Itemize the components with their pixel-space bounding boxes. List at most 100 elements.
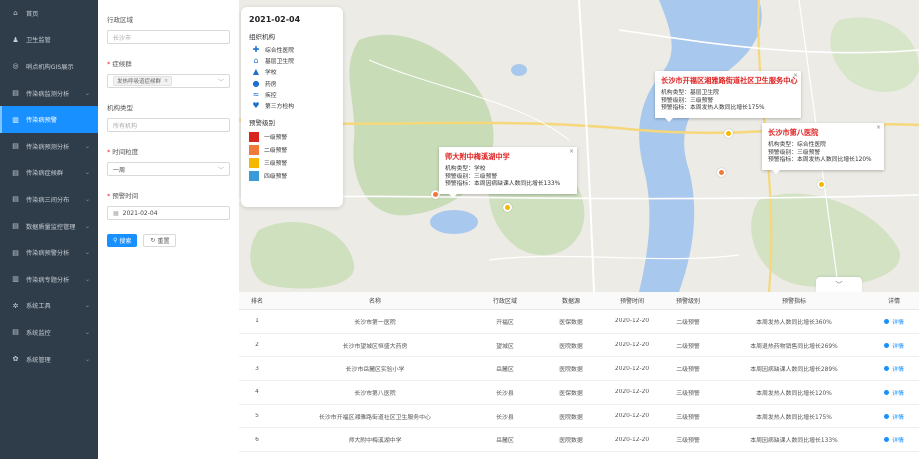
table-cell: 长沙县: [496, 414, 514, 421]
region-select[interactable]: 长沙市: [107, 30, 230, 44]
warn-time-value: 2021-02-04: [122, 209, 158, 217]
level-color-swatch: [249, 157, 259, 168]
chevron-down-icon: ⌄: [84, 195, 90, 203]
legend-org-title: 组织机构: [249, 33, 275, 41]
info-icon: [884, 437, 890, 443]
close-icon[interactable]: ×: [793, 72, 798, 79]
detail-link[interactable]: 详情: [884, 317, 904, 326]
warn-time-picker[interactable]: ▦ 2021-02-04: [107, 206, 230, 220]
legend-level-label: 二级预警: [264, 148, 288, 155]
chevron-down-icon: ⌄: [84, 169, 90, 177]
table-cell: 三级预警: [676, 438, 700, 445]
hospital-cross-icon: ✚: [252, 45, 260, 55]
table-header-cell: 预警级别: [675, 298, 700, 305]
map-marker[interactable]: [724, 129, 733, 138]
sidebar-item-label: 传染病预测分析: [26, 143, 70, 151]
map-marker[interactable]: [717, 168, 726, 177]
legend-org-item: ● 药房: [249, 78, 335, 89]
table-cell: 本周发热人数同比增长175%: [756, 414, 832, 421]
region-label: 行政区域: [107, 16, 133, 24]
info-icon: [884, 413, 890, 419]
table-cell: 二级预警: [676, 367, 700, 374]
sidebar-item-label: 传染病监测分析: [26, 90, 70, 98]
disease-select[interactable]: 发热呼吸道症候群 × ﹀: [107, 74, 230, 88]
detail-link[interactable]: 详情: [884, 412, 904, 421]
users-icon: ♟: [12, 35, 19, 44]
sidebar-item-label: 传染病专题分析: [26, 276, 70, 284]
table-cell: 2020-12-20: [614, 342, 650, 349]
table-cell: 医保数据: [559, 390, 583, 397]
level-color-swatch: [249, 170, 259, 181]
close-icon[interactable]: ×: [876, 124, 881, 131]
map-marker[interactable]: [817, 180, 826, 189]
sidebar-item[interactable]: ▤ 传染病预警分析 ⌄: [0, 239, 98, 266]
detail-link[interactable]: 详情: [884, 388, 904, 397]
heart-pulse-icon: ♥: [252, 101, 260, 111]
reset-button[interactable]: ↻ 重置: [143, 234, 177, 247]
target-icon: ◎: [12, 62, 19, 71]
legend-org-item: ✚ 综合性医院: [249, 44, 335, 55]
collapse-map-button[interactable]: ﹀: [816, 277, 862, 292]
info-icon: [884, 366, 890, 372]
table-cell-detail: 详情: [869, 388, 919, 397]
table-cell: 2020-12-20: [614, 365, 650, 372]
table-cell: 本周发热人数同比增长360%: [756, 319, 832, 326]
legend-org-label: 药房: [265, 81, 277, 88]
chevron-down-icon: ﹀: [835, 280, 843, 289]
map-popup-hospital: × 长沙市第八医院 机构类型：综合性医院 预警级别：三级预警 预警指标：本周发热…: [762, 123, 884, 174]
legend-org-item: ≈ 疾控: [249, 89, 335, 100]
chevron-down-icon: ⌄: [84, 275, 90, 283]
sidebar-item[interactable]: ✿ 系统管理 ⌄: [0, 346, 98, 373]
table-cell: 岳麓区: [496, 367, 514, 374]
table-cell: 长沙县: [496, 390, 514, 397]
chevron-down-icon: ﹀: [217, 166, 224, 174]
legend-level-item: 二级预警: [249, 143, 335, 156]
warn-time-label: * 预警时间: [107, 192, 139, 200]
tag-close-icon[interactable]: ×: [164, 78, 168, 84]
table-cell: 本周发热人数同比增长120%: [756, 390, 832, 397]
sidebar-item[interactable]: ⌂ 首页: [0, 0, 98, 27]
detail-link[interactable]: 详情: [884, 341, 904, 350]
sidebar-item-label: 系统监控: [26, 329, 51, 337]
close-icon[interactable]: ×: [569, 148, 574, 155]
table-cell: 本周因病缺课人数同比增长289%: [750, 367, 838, 374]
sidebar-item[interactable]: ▤ 数据质量监控管理 ⌄: [0, 213, 98, 240]
sidebar-item[interactable]: ▥ 传染病专题分析 ⌄: [0, 266, 98, 293]
legend-date: 2021-02-04: [249, 15, 301, 24]
sidebar-item[interactable]: ▤ 传染病监测分析 ⌄: [0, 80, 98, 107]
sidebar-item-label: 数据质量监控管理: [26, 223, 76, 231]
info-icon: [884, 342, 890, 348]
sidebar-item[interactable]: ◎ 哨点机构GIS展示: [0, 53, 98, 80]
table-cell: 2020-12-20: [614, 413, 650, 420]
sidebar-item[interactable]: ▥ 传染病预警: [0, 106, 98, 133]
sidebar-item[interactable]: ♟ 卫生监管: [0, 27, 98, 54]
table-cell: 三级预警: [676, 390, 700, 397]
table-cell: 6: [255, 436, 259, 443]
sidebar-item[interactable]: ✲ 系统工具 ⌄: [0, 293, 98, 320]
detail-link[interactable]: 详情: [884, 364, 904, 373]
chevron-down-icon: ⌄: [84, 328, 90, 336]
granularity-select[interactable]: 一周 ﹀: [107, 162, 230, 176]
table-cell-detail: 详情: [869, 435, 919, 444]
granularity-label: * 时间粒度: [107, 148, 139, 156]
sidebar-item[interactable]: ▤ 传染病三间分布 ⌄: [0, 186, 98, 213]
bar-chart-icon: ▥: [12, 275, 19, 284]
map-marker[interactable]: [503, 203, 512, 212]
org-type-select[interactable]: 所有机构: [107, 118, 230, 132]
detail-link[interactable]: 详情: [884, 435, 904, 444]
detail-link-label: 详情: [892, 319, 904, 326]
sidebar-item[interactable]: ▤ 系统监控 ⌄: [0, 319, 98, 346]
table-cell: 长沙市岳麓区实验小学: [345, 367, 405, 374]
sidebar-item[interactable]: ▤ 传染病症候群 ⌄: [0, 160, 98, 187]
legend-org-label: 综合性医院: [265, 48, 294, 55]
table-cell: 4: [255, 389, 259, 396]
chevron-down-icon: ⌄: [84, 222, 90, 230]
legend-org-item: ⌂ 基层卫生院: [249, 55, 335, 66]
sidebar-item[interactable]: ▤ 传染病预测分析 ⌄: [0, 133, 98, 160]
legend-level-item: 三级预警: [249, 156, 335, 169]
search-button[interactable]: ⚲ 搜索: [107, 234, 138, 247]
table-row: 2 长沙市望城区恒盛大药房 望城区 医院数据 2020-12-20 二级预警 本周退热药物销…: [239, 334, 919, 358]
table-cell-detail: 详情: [869, 364, 919, 373]
table-cell-detail: 详情: [869, 317, 919, 326]
sidebar-item-label: 哨点机构GIS展示: [26, 63, 74, 71]
